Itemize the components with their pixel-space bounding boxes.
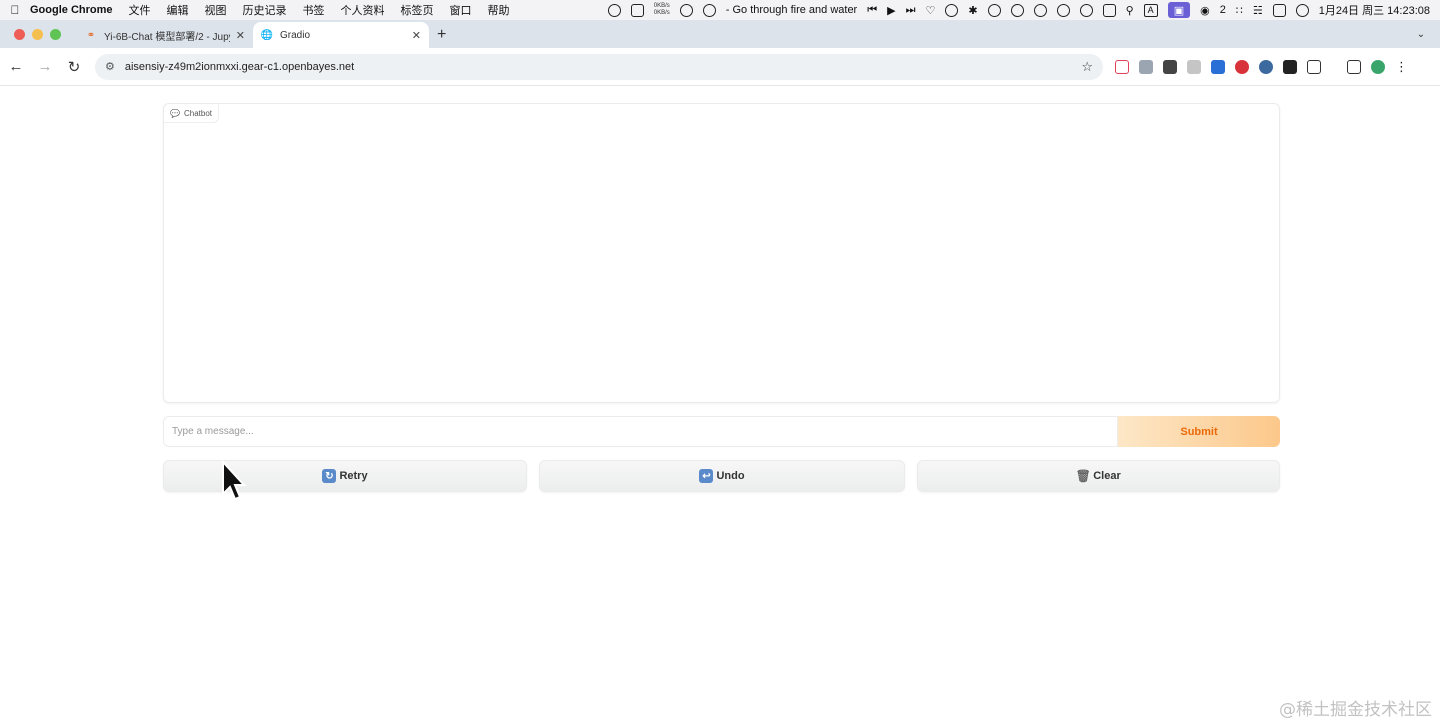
status-area: 0KB/s 0KB/s - Go through fire and water … (607, 2, 1440, 18)
dark-extension-icon[interactable] (1283, 59, 1297, 74)
screen-share-icon[interactable]: ▣ (1167, 2, 1191, 18)
new-tab-button[interactable]: + (437, 22, 446, 48)
heart-icon[interactable]: ♡ (926, 4, 936, 17)
close-window-button[interactable] (14, 28, 25, 40)
retry-icon: ↻ (322, 469, 337, 483)
now-playing-text[interactable]: - Go through fire and water (726, 4, 857, 16)
close-tab-icon[interactable]: ✕ (412, 29, 421, 42)
retry-button[interactable]: ↻ Retry (163, 460, 527, 492)
menu-help[interactable]: 帮助 (488, 2, 510, 18)
input-method-icon[interactable]: A (1143, 3, 1158, 17)
wifi-icon[interactable]: ☵ (1253, 4, 1263, 17)
menu-view[interactable]: 视图 (205, 2, 227, 18)
tab-jupyter[interactable]: ⚭ Yi-6B-Chat 模型部署/2 - Jupy ✕ (77, 22, 253, 48)
previous-track-icon[interactable]: ⏮ (867, 4, 877, 17)
tab-title: Gradio (280, 29, 311, 41)
window-controls (0, 20, 77, 48)
status-app-icon[interactable] (607, 3, 621, 17)
reload-button[interactable]: ↻ (61, 54, 87, 80)
clock-text[interactable]: 1月24日 周三 14:23:08 (1319, 2, 1430, 18)
clear-button[interactable]: 🗑 Clear (917, 460, 1280, 492)
net-up-text: 0KB/s (653, 3, 670, 9)
chatbot-panel: 💬 Chatbot (163, 103, 1280, 403)
puzzle-extension-icon[interactable] (1307, 59, 1321, 74)
menu-window[interactable]: 窗口 (450, 2, 472, 18)
network-speed: 0KB/s 0KB/s (654, 3, 670, 17)
menu-edit[interactable]: 编辑 (167, 2, 189, 18)
sync-icon[interactable] (679, 3, 693, 17)
tab-gradio[interactable]: 🌐 Gradio ✕ (253, 22, 429, 48)
mouse-pointer-icon (222, 460, 247, 501)
cat-app-icon[interactable] (630, 3, 644, 17)
calendar-extension-icon[interactable] (1163, 59, 1177, 74)
zoom-window-button[interactable] (50, 28, 61, 40)
camera-extension-icon[interactable] (1187, 59, 1201, 74)
menu-tabs[interactable]: 标签页 (401, 2, 434, 18)
browser-toolbar: ← → ↻ ⚙ aisensiy-z49m2ionmxxi.gear-c1.op… (0, 48, 1440, 86)
chat-bubble-icon: 💬 (170, 108, 180, 118)
spotlight-search-icon[interactable]: ⚲ (1126, 4, 1134, 17)
address-bar[interactable]: ⚙ aisensiy-z49m2ionmxxi.gear-c1.openbaye… (95, 53, 1103, 80)
side-panel-icon[interactable] (1347, 59, 1361, 74)
wechat-icon[interactable]: ◉ (1200, 4, 1210, 17)
profile-avatar[interactable] (1371, 59, 1385, 74)
site-settings-icon[interactable]: ⚙ (105, 60, 115, 73)
menu-profiles[interactable]: 个人资料 (341, 2, 385, 18)
clear-label: Clear (1093, 470, 1121, 482)
grid-icon[interactable]: ∷ (1236, 4, 1243, 17)
record-icon[interactable] (1010, 3, 1024, 17)
trash-icon: 🗑 (1075, 469, 1091, 483)
battery-icon[interactable] (1102, 3, 1116, 17)
tab-strip: ⚭ Yi-6B-Chat 模型部署/2 - Jupy ✕ 🌐 Gradio ✕ … (0, 20, 1440, 48)
forward-button[interactable]: → (32, 54, 58, 80)
tab-search-chevron-icon[interactable]: ⌄ (1412, 25, 1430, 43)
menu-bookmarks[interactable]: 书签 (303, 2, 325, 18)
submit-button[interactable]: Submit (1118, 416, 1280, 447)
message-input[interactable] (163, 416, 1118, 447)
app-name-menu[interactable]: Google Chrome (30, 4, 113, 16)
retry-label: Retry (339, 470, 368, 482)
back-button[interactable]: ← (3, 54, 29, 80)
net-down-text: 0KB/s (653, 10, 670, 16)
one-password-icon[interactable] (1056, 3, 1070, 17)
macos-menu-bar:  Google Chrome 文件 编辑 视图 历史记录 书签 个人资料 标签… (0, 0, 1440, 20)
adblock-extension-icon[interactable] (1235, 59, 1249, 74)
globe-icon: 🌐 (260, 29, 274, 41)
bookmark-star-icon[interactable]: ☆ (1081, 59, 1093, 75)
control-center-icon[interactable] (1272, 3, 1286, 17)
undo-button[interactable]: ↩ Undo (539, 460, 905, 492)
menu-history[interactable]: 历史记录 (243, 2, 287, 18)
translate-extension-icon[interactable] (1139, 59, 1153, 74)
close-tab-icon[interactable]: ✕ (236, 29, 245, 42)
siri-icon[interactable] (1295, 3, 1309, 17)
globe-extension-icon[interactable] (1259, 59, 1273, 74)
undo-icon: ↩ (699, 469, 714, 483)
music-app-icon[interactable] (945, 3, 959, 17)
apple-menu-icon[interactable]:  (0, 3, 30, 17)
wechat-count: 2 (1219, 4, 1226, 16)
url-text[interactable]: aisensiy-z49m2ionmxxi.gear-c1.openbayes.… (125, 61, 1081, 73)
more-menu-icon[interactable]: ⋮ (1395, 59, 1408, 75)
jupyter-icon: ⚭ (86, 29, 96, 41)
chatbot-label: 💬 Chatbot (164, 104, 219, 123)
blue-extension-icon[interactable] (1211, 59, 1225, 74)
chatbot-label-text: Chatbot (183, 108, 212, 118)
chat-bubble-icon[interactable] (1033, 3, 1047, 17)
play-circle-icon[interactable] (1079, 3, 1093, 17)
play-icon[interactable]: ▶ (887, 4, 895, 17)
minimize-window-button[interactable] (32, 28, 43, 40)
bluetooth-icon[interactable]: ✱ (968, 4, 977, 17)
undo-label: Undo (716, 470, 745, 482)
next-track-icon[interactable]: ⏭ (906, 4, 916, 17)
watermark: @稀土掘金技术社区 (1279, 700, 1432, 720)
soccer-icon[interactable] (702, 3, 716, 17)
tab-title: Yi-6B-Chat 模型部署/2 - Jupy (104, 31, 230, 43)
extensions-row: ⋮ (1115, 59, 1408, 75)
menu-file[interactable]: 文件 (129, 2, 151, 18)
pocket-extension-icon[interactable] (1115, 59, 1129, 74)
tool-icon[interactable] (987, 3, 1001, 17)
